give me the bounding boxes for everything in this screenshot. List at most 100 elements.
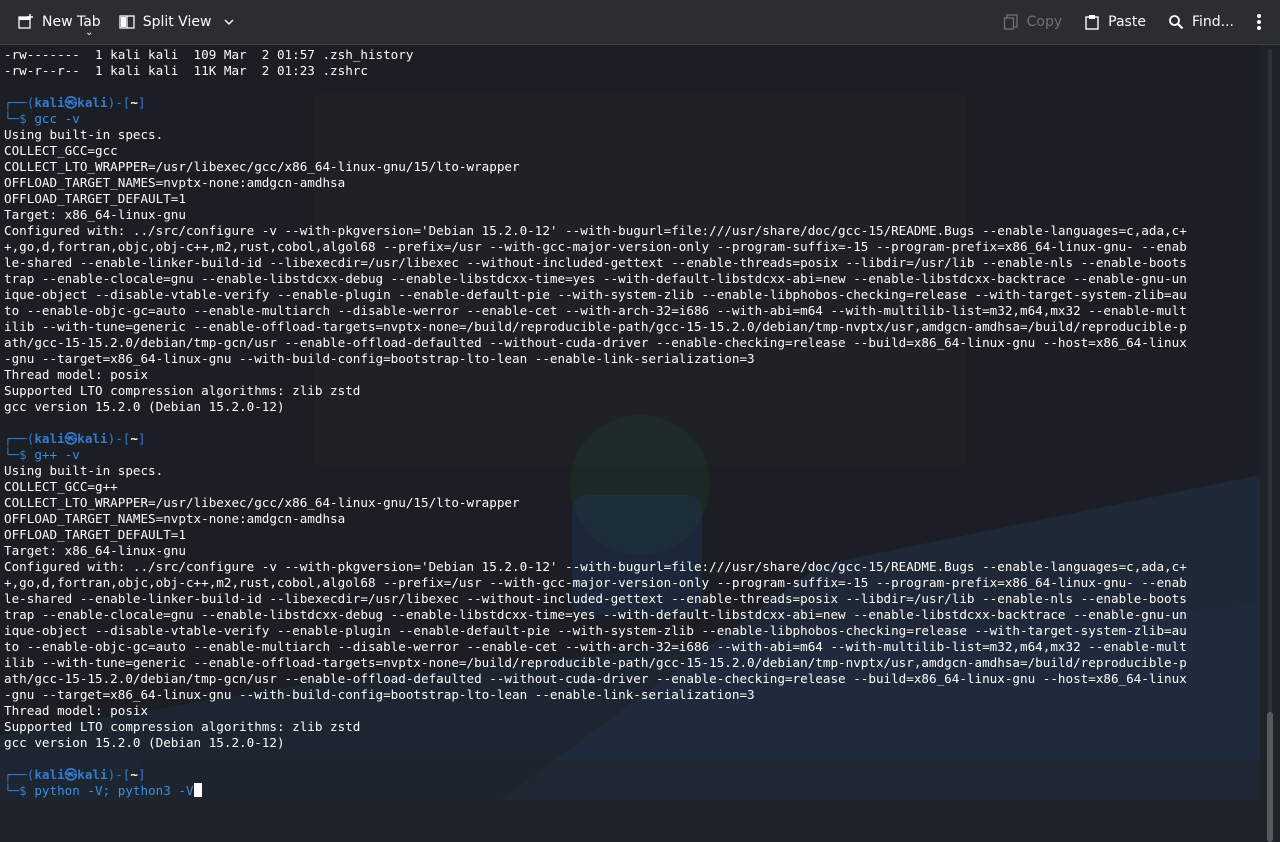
output-text: Configured with: ../src/configure -v --w… (4, 223, 1187, 238)
prompt-frame: ] (137, 431, 146, 446)
output-line: ique-object --disable-vtable-verify --en… (4, 287, 1254, 303)
output-line: OFFLOAD_TARGET_NAMES=nvptx-none:amdgcn-a… (4, 511, 1254, 527)
output-text: ilib --with-tune=generic --enable-offloa… (4, 319, 1187, 334)
output-line: OFFLOAD_TARGET_DEFAULT=1 (4, 527, 1254, 543)
output-line: Thread model: posix (4, 367, 1254, 383)
output-line: Target: x86_64-linux-gnu (4, 207, 1254, 223)
output-text: le-shared --enable-linker-build-id --lib… (4, 591, 1187, 606)
command-text[interactable]: python -V; python3 -V (34, 783, 193, 798)
output-line: Supported LTO compression algorithms: zl… (4, 383, 1254, 399)
terminal-scrollbar[interactable] (1260, 45, 1280, 842)
output-text: OFFLOAD_TARGET_NAMES=nvptx-none:amdgcn-a… (4, 175, 346, 190)
hamburger-menu-button[interactable] (1250, 5, 1268, 39)
new-tab-menu-arrow-icon[interactable]: ⌄ (85, 27, 93, 38)
output-line: gcc version 15.2.0 (Debian 15.2.0-12) (4, 399, 1254, 415)
prompt-user-host: kali㉿kali (34, 431, 108, 446)
output-line: to --enable-objc-gc=auto --enable-multia… (4, 303, 1254, 319)
output-line: Target: x86_64-linux-gnu (4, 543, 1254, 559)
output-line: Thread model: posix (4, 703, 1254, 719)
copy-label: Copy (1026, 14, 1063, 30)
output-text: Using built-in specs. (4, 463, 164, 478)
prompt-top-line: ┌──(kali㉿kali)-[~] (4, 95, 1254, 111)
output-line: -gnu --target=x86_64-linux-gnu --with-bu… (4, 351, 1254, 367)
output-text: ath/gcc-15-15.2.0/debian/tmp-gcn/usr --e… (4, 671, 1187, 686)
output-text: -gnu --target=x86_64-linux-gnu --with-bu… (4, 687, 755, 702)
prompt-frame: ┌──( (4, 95, 35, 110)
output-text: COLLECT_LTO_WRAPPER=/usr/libexec/gcc/x86… (4, 159, 520, 174)
prompt-frame: ┌──( (4, 767, 35, 782)
output-text: Configured with: ../src/configure -v --w… (4, 559, 1187, 574)
output-line: le-shared --enable-linker-build-id --lib… (4, 255, 1254, 271)
prompt-frame: ] (137, 95, 146, 110)
output-line: OFFLOAD_TARGET_NAMES=nvptx-none:amdgcn-a… (4, 175, 1254, 191)
split-view-button[interactable]: Split View (113, 5, 242, 39)
output-line: Configured with: ../src/configure -v --w… (4, 223, 1254, 239)
output-text: trap --enable-clocale=gnu --enable-libst… (4, 271, 1187, 286)
listing-text: -rw-r--r-- 1 kali kali 11K Mar 2 01:23 .… (4, 63, 368, 78)
prompt-frame: ] (137, 767, 146, 782)
listing-text: -rw------- 1 kali kali 109 Mar 2 01:57 .… (4, 47, 414, 62)
command-text: gcc -v (34, 111, 80, 126)
output-line: COLLECT_GCC=g++ (4, 479, 1254, 495)
output-line: COLLECT_GCC=gcc (4, 143, 1254, 159)
split-view-icon (119, 15, 135, 29)
output-text: ath/gcc-15-15.2.0/debian/tmp-gcn/usr --e… (4, 335, 1187, 350)
output-line: ilib --with-tune=generic --enable-offloa… (4, 655, 1254, 671)
prompt-top-line: ┌──(kali㉿kali)-[~] (4, 767, 1254, 783)
output-text: Supported LTO compression algorithms: zl… (4, 383, 361, 398)
prompt-frame: └─$ (4, 111, 35, 126)
listing-line: -rw------- 1 kali kali 109 Mar 2 01:57 .… (4, 47, 1254, 63)
output-line: Supported LTO compression algorithms: zl… (4, 719, 1254, 735)
output-text: OFFLOAD_TARGET_DEFAULT=1 (4, 191, 186, 206)
output-line: OFFLOAD_TARGET_DEFAULT=1 (4, 191, 1254, 207)
copy-icon (1003, 14, 1018, 30)
split-view-label: Split View (142, 14, 212, 30)
output-text: COLLECT_LTO_WRAPPER=/usr/libexec/gcc/x86… (4, 495, 520, 510)
scrollbar-track (1268, 49, 1272, 797)
output-text: gcc version 15.2.0 (Debian 15.2.0-12) (4, 735, 285, 750)
output-text: +,go,d,fortran,objc,obj-c++,m2,rust,cobo… (4, 575, 1187, 590)
prompt-directory: ~ (130, 95, 138, 110)
output-text: trap --enable-clocale=gnu --enable-libst… (4, 607, 1187, 622)
new-tab-button[interactable]: New Tab ⌄ (12, 5, 107, 39)
output-line: trap --enable-clocale=gnu --enable-libst… (4, 607, 1254, 623)
chevron-down-icon[interactable] (223, 16, 235, 28)
prompt-user-host: kali㉿kali (34, 767, 108, 782)
listing-line: -rw-r--r-- 1 kali kali 11K Mar 2 01:23 .… (4, 63, 1254, 79)
output-text: ique-object --disable-vtable-verify --en… (4, 623, 1187, 638)
output-line: Using built-in specs. (4, 127, 1254, 143)
find-button[interactable]: Find... (1162, 5, 1240, 39)
output-text: Thread model: posix (4, 367, 149, 382)
output-line: +,go,d,fortran,objc,obj-c++,m2,rust,cobo… (4, 575, 1254, 591)
output-text: OFFLOAD_TARGET_DEFAULT=1 (4, 527, 186, 542)
prompt-frame: └─$ (4, 447, 35, 462)
paste-button[interactable]: Paste (1078, 5, 1152, 39)
terminal-output: -rw------- 1 kali kali 109 Mar 2 01:57 .… (4, 47, 1254, 799)
terminal-view[interactable]: -rw------- 1 kali kali 109 Mar 2 01:57 .… (0, 45, 1260, 800)
scrollbar-thumb[interactable] (1267, 712, 1273, 842)
copy-button[interactable]: Copy (997, 5, 1069, 39)
output-text: -gnu --target=x86_64-linux-gnu --with-bu… (4, 351, 755, 366)
output-line: -gnu --target=x86_64-linux-gnu --with-bu… (4, 687, 1254, 703)
prompt-user-host: kali㉿kali (34, 95, 108, 110)
prompt-frame: )-[ (107, 95, 131, 110)
output-text: COLLECT_GCC=g++ (4, 479, 118, 494)
find-label: Find... (1191, 14, 1234, 30)
paste-icon (1085, 15, 1099, 30)
output-text: Thread model: posix (4, 703, 149, 718)
text-cursor (193, 783, 202, 797)
prompt-frame: )-[ (107, 431, 131, 446)
output-line: COLLECT_LTO_WRAPPER=/usr/libexec/gcc/x86… (4, 159, 1254, 175)
output-text: le-shared --enable-linker-build-id --lib… (4, 255, 1187, 270)
output-line: ique-object --disable-vtable-verify --en… (4, 623, 1254, 639)
output-text: OFFLOAD_TARGET_NAMES=nvptx-none:amdgcn-a… (4, 511, 346, 526)
output-line: to --enable-objc-gc=auto --enable-multia… (4, 639, 1254, 655)
output-line: le-shared --enable-linker-build-id --lib… (4, 591, 1254, 607)
prompt-top-line: ┌──(kali㉿kali)-[~] (4, 431, 1254, 447)
prompt-command-line: └─$ g++ -v (4, 447, 1254, 463)
kebab-menu-icon (1257, 14, 1261, 30)
output-line: +,go,d,fortran,objc,obj-c++,m2,rust,cobo… (4, 239, 1254, 255)
output-text: Using built-in specs. (4, 127, 164, 142)
